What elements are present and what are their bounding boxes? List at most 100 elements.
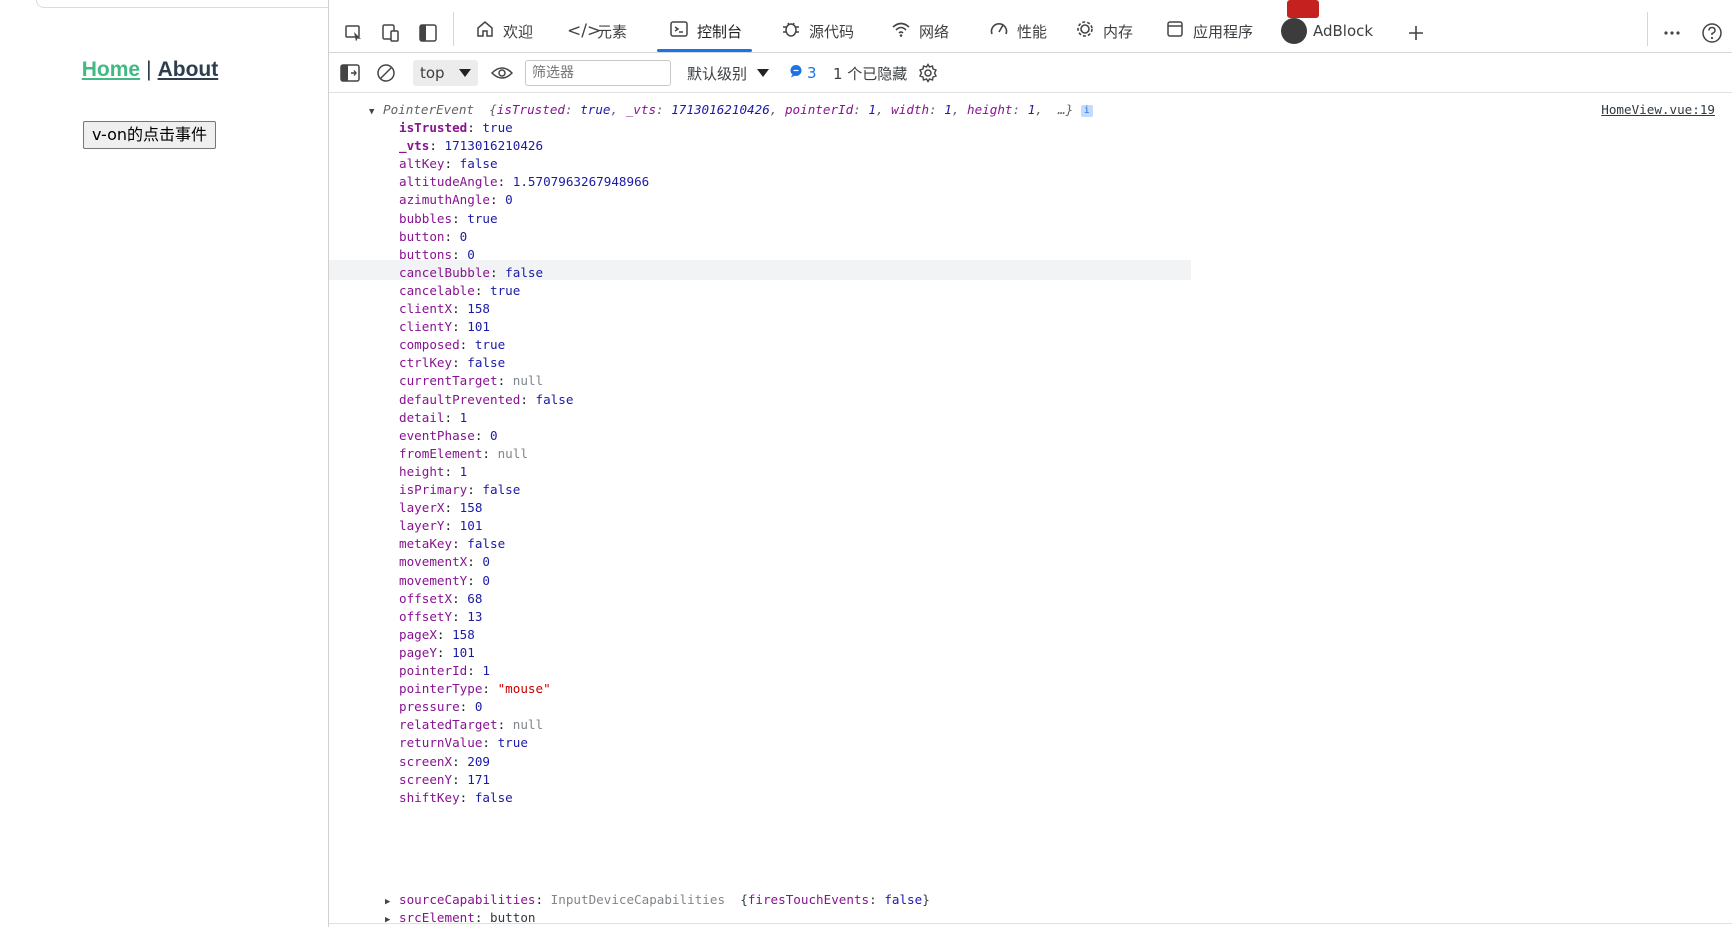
property-row[interactable]: azimuthAngle: 0 — [399, 190, 513, 210]
property-value: 68 — [467, 590, 483, 606]
von-click-button[interactable]: v-on的点击事件 — [83, 121, 217, 149]
tab-welcome[interactable]: 欢迎 — [473, 12, 533, 50]
property-row[interactable]: currentTarget: null — [399, 371, 543, 391]
property-row[interactable]: button: 0 — [399, 227, 467, 247]
property-key: offsetY — [399, 608, 453, 624]
property-key: sourceCapabilities — [399, 892, 536, 907]
property-row[interactable]: layerX: 158 — [399, 498, 482, 518]
property-key: cancelable — [399, 282, 475, 298]
add-tab-icon[interactable] — [1403, 20, 1429, 46]
property-row[interactable]: pageX: 158 — [399, 625, 475, 645]
property-value: 0 — [467, 246, 475, 262]
property-value: 101 — [467, 319, 490, 335]
property-row[interactable]: cancelBubble: false — [399, 263, 543, 283]
property-row[interactable]: layerY: 101 — [399, 516, 482, 536]
property-row[interactable]: bubbles: true — [399, 209, 498, 229]
expand-triangle-down-icon[interactable]: ▼ — [369, 102, 383, 122]
console-settings-icon[interactable] — [915, 60, 941, 86]
help-icon[interactable] — [1699, 20, 1725, 46]
about-link[interactable]: About — [158, 58, 219, 81]
property-row[interactable]: relatedTarget: null — [399, 715, 543, 735]
tab-label: 性能 — [1017, 22, 1048, 41]
property-row[interactable]: screenY: 171 — [399, 770, 490, 790]
preview-value: true — [580, 102, 611, 117]
home-icon — [473, 19, 497, 44]
dock-side-icon[interactable] — [415, 20, 441, 46]
tab-console[interactable]: 控制台 — [657, 12, 753, 52]
tab-application[interactable]: 应用程序 — [1163, 12, 1253, 50]
property-row[interactable]: isPrimary: false — [399, 480, 520, 500]
property-row[interactable]: buttons: 0 — [399, 245, 475, 265]
property-row[interactable]: offsetX: 68 — [399, 589, 482, 609]
tab-label: 源代码 — [809, 22, 855, 41]
property-row[interactable]: pressure: 0 — [399, 697, 482, 717]
property-value: 1713016210426 — [444, 138, 544, 154]
adblock-icon — [1281, 18, 1307, 44]
property-row-source-capabilities[interactable]: ▶ sourceCapabilities: InputDeviceCapabili… — [385, 890, 930, 910]
tab-sources[interactable]: 源代码 — [779, 12, 854, 50]
tab-elements[interactable]: </> 元素 — [567, 12, 627, 50]
property-row[interactable]: detail: 1 — [399, 408, 467, 428]
log-entry-header[interactable]: ▼ PointerEvent {isTrusted: true, _vts: 17… — [369, 100, 1093, 120]
info-badge-icon[interactable]: i — [1080, 104, 1093, 117]
property-row-src-element[interactable]: ▶ srcElement: button — [385, 908, 536, 928]
tab-label: 欢迎 — [503, 22, 534, 41]
property-row[interactable]: pageY: 101 — [399, 643, 475, 663]
property-row[interactable]: eventPhase: 0 — [399, 426, 498, 446]
property-key: altKey — [399, 156, 445, 172]
property-row[interactable]: ctrlKey: false — [399, 353, 505, 373]
property-row[interactable]: screenX: 209 — [399, 752, 490, 772]
property-value: 0 — [482, 554, 491, 570]
property-value: 101 — [459, 518, 483, 534]
tab-adblock[interactable]: AdBlock — [1281, 12, 1373, 50]
tab-performance[interactable]: 性能 — [987, 12, 1047, 50]
property-row[interactable]: pointerType: "mouse" — [399, 679, 551, 699]
sidebar-toggle-icon[interactable] — [337, 60, 363, 86]
property-row[interactable]: shiftKey: false — [399, 788, 513, 808]
clear-console-icon[interactable] — [373, 60, 399, 86]
preview-key: pointerId — [784, 102, 854, 117]
property-row[interactable]: fromElement: null — [399, 444, 528, 464]
property-value: null — [512, 717, 544, 733]
property-row[interactable]: metaKey: false — [399, 534, 505, 554]
expand-triangle-right-icon[interactable]: ▶ — [385, 910, 399, 930]
more-options-icon[interactable] — [1659, 20, 1685, 46]
property-key: shiftKey — [399, 789, 460, 805]
inspect-element-icon[interactable] — [341, 20, 367, 46]
property-row[interactable]: movementX: 0 — [399, 552, 490, 572]
property-row[interactable]: defaultPrevented: false — [399, 390, 573, 410]
eye-icon[interactable] — [489, 60, 515, 86]
message-count[interactable]: 3 — [789, 60, 817, 86]
property-row[interactable]: cancelable: true — [399, 281, 520, 301]
tab-memory[interactable]: 内存 — [1073, 12, 1133, 50]
property-row[interactable]: pointerId: 1 — [399, 661, 490, 681]
preview-value: 1 — [1027, 102, 1036, 117]
property-row[interactable]: composed: true — [399, 335, 505, 355]
preview-value: 1 — [944, 102, 952, 117]
context-selector[interactable]: top — [413, 60, 478, 86]
property-row[interactable]: offsetY: 13 — [399, 607, 482, 627]
property-row[interactable]: clientX: 158 — [399, 299, 490, 319]
property-key: pointerId — [399, 663, 468, 678]
device-toolbar-icon[interactable] — [378, 20, 404, 46]
tab-network[interactable]: 网络 — [889, 12, 949, 50]
filter-input[interactable] — [525, 60, 671, 86]
property-key: relatedTarget — [399, 717, 498, 733]
property-row[interactable]: returnValue: true — [399, 733, 528, 753]
property-row[interactable]: _vts: 1713016210426 — [399, 136, 543, 156]
property-row[interactable]: isTrusted: true — [399, 118, 513, 138]
property-row[interactable]: altitudeAngle: 1.5707963267948966 — [399, 172, 649, 192]
log-level-dropdown[interactable]: 默认级别 — [687, 60, 770, 86]
home-link[interactable]: Home — [82, 58, 140, 81]
property-value: true — [482, 120, 513, 135]
property-key: defaultPrevented — [399, 391, 521, 407]
property-row[interactable]: movementY: 0 — [399, 571, 490, 591]
property-row[interactable]: height: 1 — [399, 462, 467, 482]
property-key: metaKey — [399, 536, 453, 552]
source-link[interactable]: HomeView.vue:19 — [1601, 102, 1715, 117]
property-row[interactable]: altKey: false — [399, 154, 498, 174]
property-value: 1 — [459, 463, 468, 479]
property-value: false — [505, 264, 544, 280]
property-row[interactable]: clientY: 101 — [399, 317, 490, 337]
preview-value: 1 — [868, 102, 876, 117]
